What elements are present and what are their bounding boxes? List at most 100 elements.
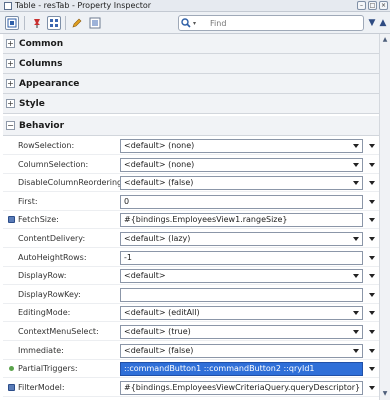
property-name: PartialTriggers:	[18, 364, 78, 374]
property-menu-icon[interactable]	[369, 237, 375, 241]
close-icon[interactable]: ×	[379, 1, 388, 10]
expand-icon[interactable]: +	[6, 79, 15, 88]
property-input[interactable]: 0	[120, 194, 363, 209]
section-appearance[interactable]: + Appearance	[3, 74, 379, 94]
property-input[interactable]: ::commandButton1 ::commandButton2 ::qryI…	[120, 362, 363, 377]
property-menu-icon[interactable]	[369, 292, 375, 297]
section-label: Appearance	[19, 78, 80, 89]
dropdown-arrow-icon[interactable]	[353, 311, 359, 316]
list-view-icon[interactable]	[88, 16, 102, 30]
section-columns[interactable]: + Columns	[3, 54, 379, 74]
section-behavior[interactable]: − Behavior	[3, 116, 379, 136]
title-bar: Table - resTab - Property Inspector – □ …	[0, 0, 390, 12]
property-row: DisplayRow: <default>	[3, 267, 379, 286]
search-dropdown-icon[interactable]: ▾	[193, 20, 196, 27]
property-row: PartialTriggers:::commandButton1 ::comma…	[3, 360, 379, 379]
property-value: <default> (lazy)	[124, 234, 191, 243]
property-row: FilterModel: #{bindings.EmployeesViewCrit…	[3, 379, 379, 397]
property-select[interactable]: <default>	[120, 269, 363, 284]
property-menu-icon[interactable]	[369, 199, 375, 204]
dropdown-arrow-icon[interactable]	[353, 348, 359, 353]
property-list: + Common + Columns + Appearance + Style …	[0, 34, 379, 400]
property-value: -1	[124, 252, 132, 262]
property-select[interactable]: <default> (none)	[120, 157, 363, 172]
property-row: AutoHeightRows: -1	[3, 249, 379, 267]
section-common[interactable]: + Common	[3, 34, 379, 54]
property-row: FetchSize: #{bindings.EmployeesView1.rang…	[3, 211, 379, 230]
property-value: <default> (false)	[124, 178, 194, 188]
section-label: Columns	[19, 58, 63, 69]
property-select[interactable]: <default> (false)	[120, 343, 363, 358]
property-name: Immediate:	[18, 345, 64, 355]
edit-pencil-icon[interactable]	[70, 16, 84, 30]
property-menu-icon[interactable]	[369, 367, 375, 372]
property-name: DisableColumnReordering:	[18, 178, 125, 188]
dropdown-arrow-icon[interactable]	[353, 237, 359, 241]
expand-icon[interactable]: +	[6, 39, 15, 48]
property-value: #{bindings.EmployeesViewCriteriaQuery.qu…	[124, 382, 361, 392]
property-input[interactable]: -1	[120, 250, 363, 265]
property-row: ContextMenuSelect: <default> (true)	[3, 323, 379, 341]
section-label: Behavior	[19, 120, 65, 131]
property-menu-icon[interactable]	[369, 274, 375, 279]
dropdown-arrow-icon[interactable]	[353, 144, 359, 148]
property-menu-icon[interactable]	[369, 330, 375, 334]
search-input[interactable]	[210, 18, 331, 28]
search-box: ▾	[178, 15, 364, 31]
find-previous-icon[interactable]: ▲	[377, 16, 389, 30]
property-select[interactable]: <default> (true)	[120, 325, 363, 339]
property-menu-icon[interactable]	[369, 255, 375, 260]
dropdown-arrow-icon[interactable]	[353, 330, 359, 334]
property-menu-icon[interactable]	[369, 348, 375, 353]
property-select[interactable]: <default> (lazy)	[120, 232, 363, 246]
property-menu-icon[interactable]	[369, 385, 375, 390]
property-name: FetchSize:	[18, 215, 59, 225]
section-style[interactable]: + Style	[3, 94, 379, 114]
minimize-icon[interactable]: –	[357, 1, 366, 10]
property-row: DisplayRowKey:	[3, 286, 379, 304]
vertical-scrollbar[interactable]: ▲ ▼	[379, 34, 390, 400]
property-value: <default> (editAll)	[124, 308, 200, 318]
select-icon[interactable]	[5, 16, 19, 30]
property-select[interactable]: <default> (false)	[120, 176, 363, 191]
property-menu-icon[interactable]	[369, 218, 375, 223]
property-select[interactable]: <default> (none)	[120, 139, 363, 153]
property-menu-icon[interactable]	[369, 311, 375, 316]
toolbar-separator	[24, 16, 25, 30]
property-value: <default> (false)	[124, 345, 194, 355]
dropdown-arrow-icon[interactable]	[353, 181, 359, 186]
property-name: ColumnSelection:	[18, 159, 89, 169]
property-row: RowSelection: <default> (none)	[3, 137, 379, 155]
property-select[interactable]: <default> (editAll)	[120, 306, 363, 321]
property-row: DisableColumnReordering: <default> (false…	[3, 174, 379, 193]
property-input[interactable]: #{bindings.EmployeesViewCriteriaQuery.qu…	[120, 380, 363, 395]
pin-icon[interactable]	[30, 16, 44, 30]
section-label: Common	[19, 38, 64, 49]
required-dot-icon	[9, 366, 14, 372]
property-menu-icon[interactable]	[369, 144, 375, 148]
grid-view-icon[interactable]	[47, 16, 61, 30]
scroll-up-icon[interactable]: ▲	[381, 36, 389, 44]
property-menu-icon[interactable]	[369, 181, 375, 186]
scroll-down-icon[interactable]: ▼	[381, 390, 389, 398]
dropdown-arrow-icon[interactable]	[353, 274, 359, 279]
property-value: <default>	[124, 271, 166, 281]
collapse-icon[interactable]: −	[6, 121, 15, 130]
maximize-icon[interactable]: □	[368, 1, 377, 10]
dropdown-arrow-icon[interactable]	[353, 162, 359, 167]
property-input[interactable]	[120, 287, 363, 302]
section-label: Style	[19, 98, 45, 109]
property-menu-icon[interactable]	[369, 162, 375, 167]
property-input[interactable]: #{bindings.EmployeesView1.rangeSize}	[120, 213, 363, 228]
search-icon[interactable]	[179, 16, 193, 30]
property-name: EditingMode:	[18, 308, 71, 318]
property-name: FilterModel:	[18, 382, 65, 392]
expand-icon[interactable]: +	[6, 99, 15, 108]
property-value: ::commandButton1 ::commandButton2 ::qryI…	[124, 364, 315, 374]
property-row: ContentDelivery: <default> (lazy)	[3, 230, 379, 248]
binding-icon	[8, 216, 15, 224]
property-name: DisplayRowKey:	[18, 289, 81, 299]
window-icon	[4, 1, 12, 10]
expand-icon[interactable]: +	[6, 59, 15, 68]
property-row: Immediate: <default> (false)	[3, 342, 379, 360]
